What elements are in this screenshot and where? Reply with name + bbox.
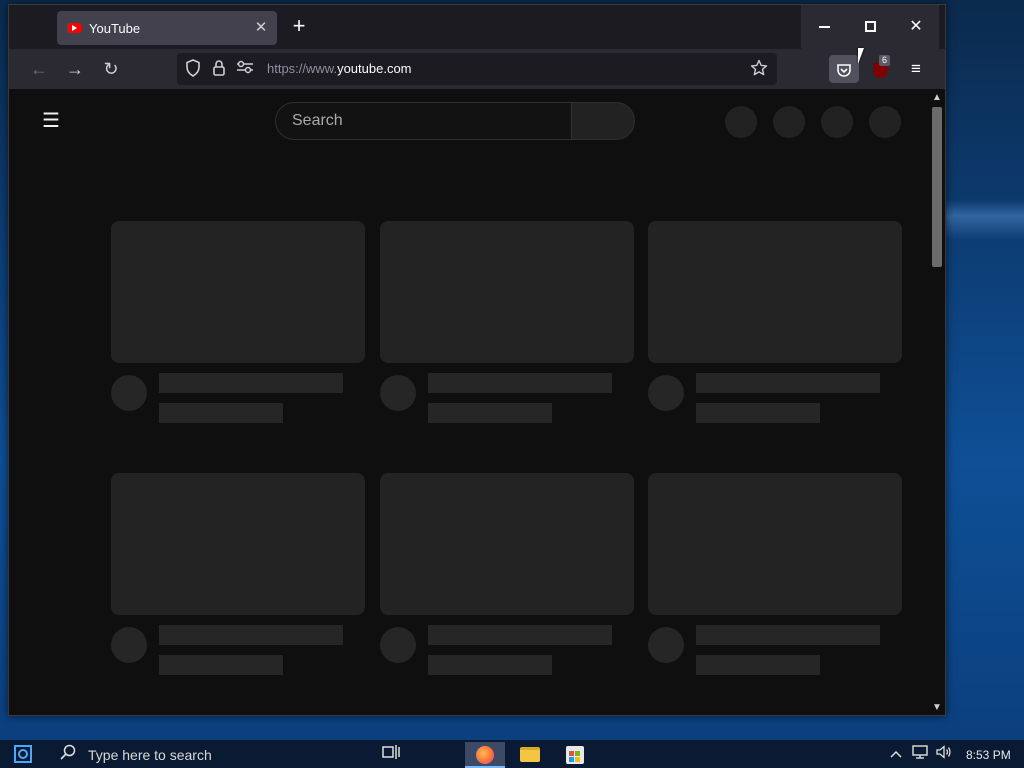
url-bar[interactable]: https://www.youtube.com <box>177 53 777 85</box>
task-view-icon[interactable] <box>380 744 402 766</box>
avatar-placeholder <box>111 375 147 411</box>
permissions-icon[interactable] <box>235 59 255 79</box>
store-logo <box>566 745 584 764</box>
avatar-placeholder <box>380 375 416 411</box>
search-icon[interactable] <box>58 744 78 764</box>
meta-placeholder <box>428 655 552 675</box>
thumbnail-placeholder <box>648 473 902 615</box>
minimize-icon <box>818 25 830 28</box>
search-input[interactable] <box>276 103 571 139</box>
header-placeholder-circle[interactable] <box>869 106 901 138</box>
meta-placeholder <box>159 403 283 423</box>
thumbnail-placeholder <box>648 221 902 363</box>
ublock-badge: 6 <box>879 55 891 66</box>
network-icon[interactable] <box>911 745 929 763</box>
thumbnail-placeholder <box>380 473 634 615</box>
tab-close-icon[interactable]: ✕ <box>253 20 269 36</box>
youtube-search-box[interactable] <box>275 102 571 140</box>
video-card-placeholder[interactable] <box>111 473 365 683</box>
tab-youtube[interactable]: YouTube ✕ <box>57 11 277 45</box>
shield-icon[interactable] <box>183 59 203 79</box>
title-placeholder <box>159 373 343 393</box>
thumbnail-placeholder <box>111 221 365 363</box>
lock-icon[interactable] <box>209 59 229 79</box>
tab-title: YouTube <box>89 20 141 36</box>
title-bar: YouTube ✕ + ✕ <box>9 5 945 49</box>
url-text[interactable]: https://www.youtube.com <box>267 61 412 76</box>
video-card-placeholder[interactable] <box>380 473 634 683</box>
header-placeholder-circle[interactable] <box>773 106 805 138</box>
close-window-button[interactable]: ✕ <box>893 5 939 49</box>
desktop-background-glow <box>946 200 1024 240</box>
page-scrollbar[interactable]: ▲ ▼ <box>929 89 945 715</box>
taskbar-clock[interactable]: 8:53 PM <box>966 748 1011 762</box>
avatar-placeholder <box>111 627 147 663</box>
hamburger-menu-icon[interactable]: ≡ <box>901 55 931 83</box>
header-placeholder-circle[interactable] <box>821 106 853 138</box>
minimize-button[interactable] <box>801 5 847 49</box>
title-placeholder <box>696 373 880 393</box>
store-icon[interactable] <box>555 742 595 768</box>
video-card-placeholder[interactable] <box>111 221 365 431</box>
meta-placeholder <box>428 403 552 423</box>
volume-icon[interactable] <box>935 745 953 763</box>
thumbnail-placeholder <box>380 221 634 363</box>
video-card-placeholder[interactable] <box>648 473 902 683</box>
maximize-icon <box>864 21 876 33</box>
scroll-down-icon[interactable]: ▼ <box>929 701 945 715</box>
windows-start-icon[interactable] <box>12 744 34 766</box>
video-card-placeholder[interactable] <box>380 221 634 431</box>
windows-taskbar: Type here to search 8:53 PM <box>0 740 1024 768</box>
meta-placeholder <box>159 655 283 675</box>
youtube-favicon-icon <box>67 23 81 33</box>
reload-button[interactable]: ↻ <box>97 57 125 81</box>
avatar-placeholder <box>648 627 684 663</box>
scroll-up-icon[interactable]: ▲ <box>929 91 945 105</box>
back-button[interactable]: ← <box>25 57 53 81</box>
firefox-icon[interactable] <box>465 742 505 768</box>
star-icon[interactable] <box>749 59 769 79</box>
scroll-thumb[interactable] <box>932 107 942 267</box>
new-tab-button[interactable]: + <box>287 15 311 39</box>
title-placeholder <box>428 373 612 393</box>
folder-shape <box>520 747 540 763</box>
thumbnail-placeholder <box>111 473 365 615</box>
firefox-window: YouTube ✕ + ✕ ← → ↻ https://www.youtube.… <box>8 4 946 716</box>
pocket-icon[interactable] <box>829 55 859 83</box>
title-placeholder <box>159 625 343 645</box>
firefox-logo <box>476 745 494 764</box>
url-prefix: https://www. <box>267 61 338 76</box>
nav-toolbar: ← → ↻ https://www.youtube.com 6 ≡ <box>9 49 945 89</box>
file-explorer-icon[interactable] <box>510 742 550 768</box>
avatar-placeholder <box>648 375 684 411</box>
youtube-page: ☰ <box>9 89 929 715</box>
forward-button[interactable]: → <box>61 57 89 81</box>
title-placeholder <box>428 625 612 645</box>
meta-placeholder <box>696 655 820 675</box>
url-host: youtube.com <box>337 61 412 76</box>
video-card-placeholder[interactable] <box>648 221 902 431</box>
header-placeholder-circle[interactable] <box>725 106 757 138</box>
avatar-placeholder <box>380 627 416 663</box>
youtube-menu-icon[interactable]: ☰ <box>39 111 63 131</box>
taskbar-search-placeholder[interactable]: Type here to search <box>88 747 212 763</box>
mouse-cursor-icon <box>858 48 870 64</box>
title-placeholder <box>696 625 880 645</box>
search-button[interactable] <box>571 102 635 140</box>
maximize-button[interactable] <box>847 5 893 49</box>
meta-placeholder <box>696 403 820 423</box>
chevron-up-icon[interactable] <box>887 745 905 763</box>
